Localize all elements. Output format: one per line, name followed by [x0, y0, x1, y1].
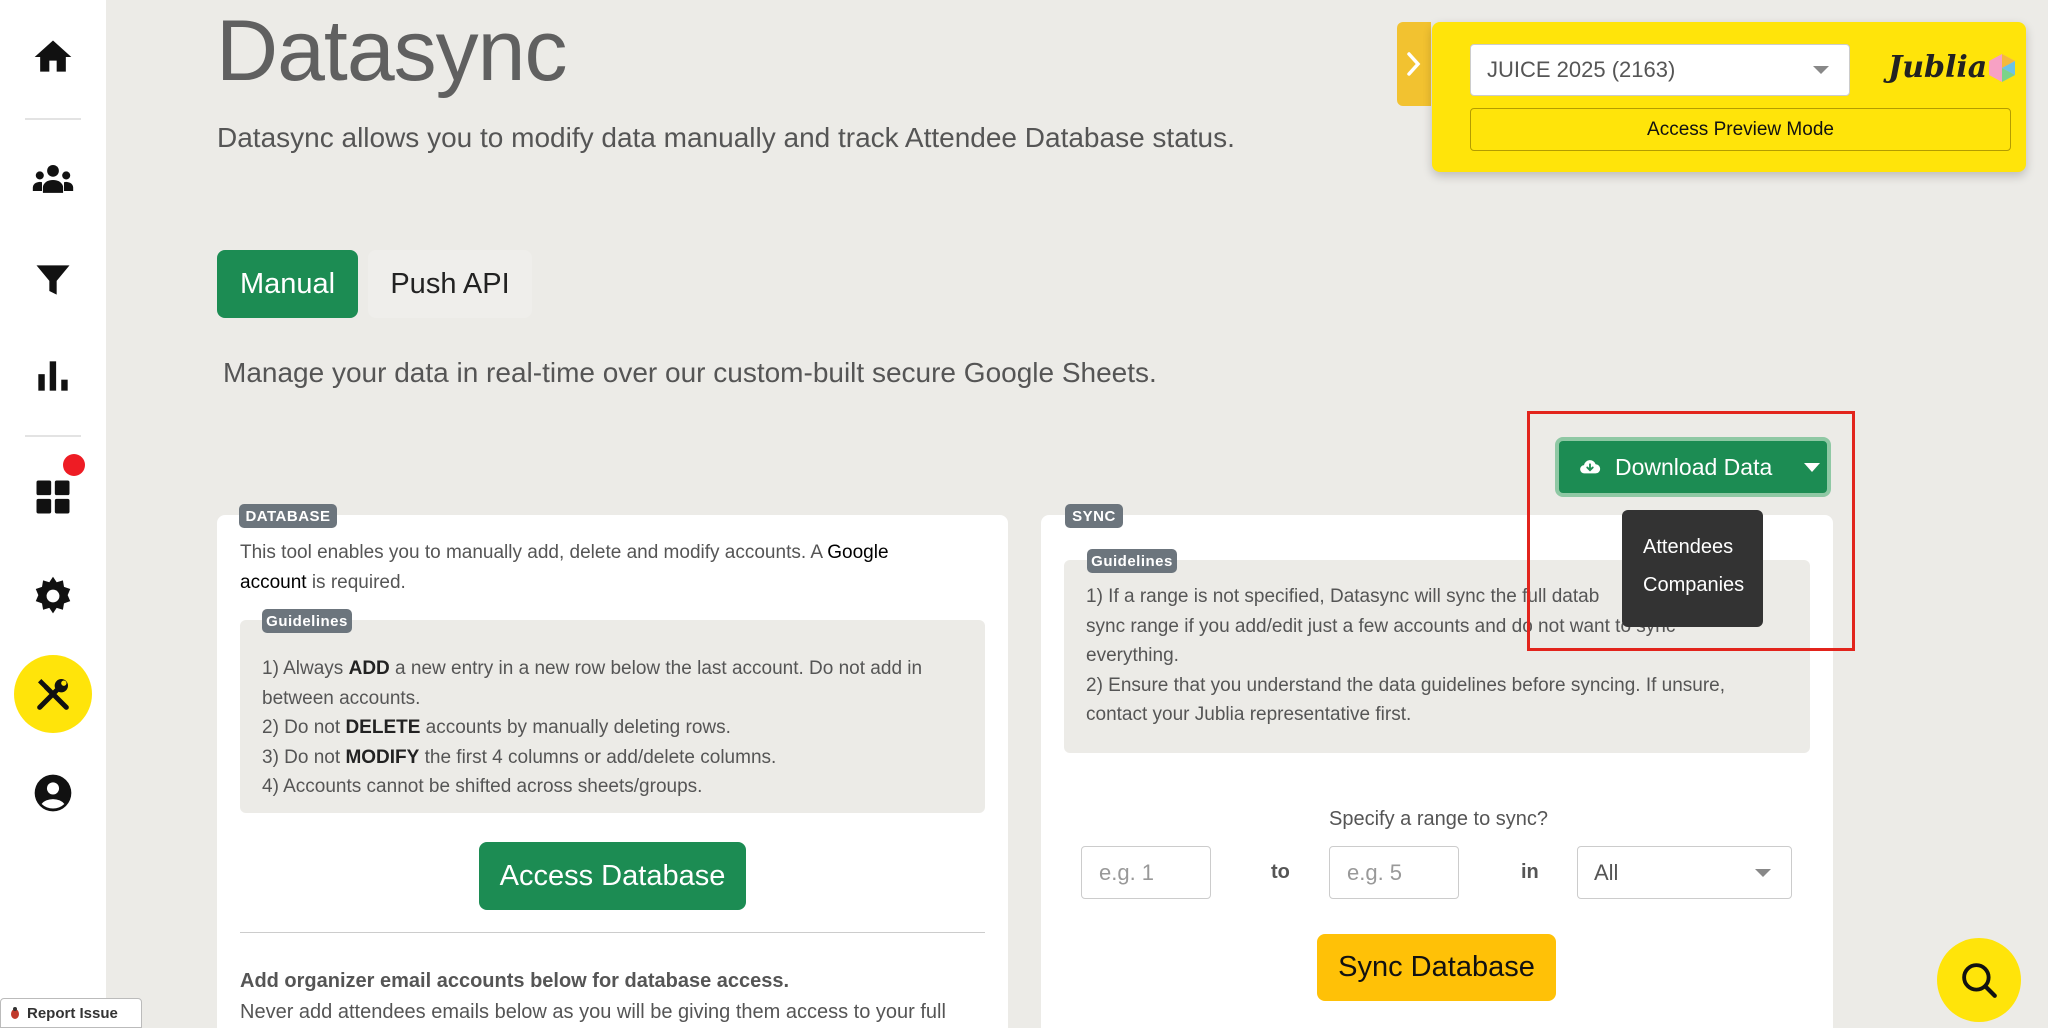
database-tag: DATABASE	[239, 504, 337, 528]
logo-text: Jublia	[1888, 50, 1988, 85]
tools-icon	[37, 679, 69, 710]
google-account-link[interactable]: account	[240, 572, 307, 593]
range-label: Specify a range to sync?	[1329, 808, 1549, 830]
guideline-line: between accounts.	[262, 687, 421, 709]
guideline-line: 2) Do not DELETE accounts by manually de…	[262, 717, 731, 738]
page-title: Datasync	[216, 3, 567, 99]
guideline-line: 4) Accounts cannot be shifted across she…	[262, 776, 703, 797]
group-select[interactable]: All	[1577, 846, 1792, 899]
chevron-down-icon	[1813, 66, 1829, 74]
gear-icon	[35, 576, 71, 614]
nav-filter[interactable]	[0, 250, 106, 310]
home-icon	[34, 40, 72, 72]
highlight-annotation	[1527, 411, 1855, 651]
sidebar	[0, 0, 106, 1028]
preview-panel-toggle[interactable]	[1397, 22, 1431, 106]
group-select-value: All	[1594, 859, 1619, 885]
nav-analytics[interactable]	[0, 346, 106, 406]
guidelines-tag: Guidelines	[262, 609, 352, 633]
divider	[240, 932, 985, 933]
range-from-input[interactable]: e.g. 1	[1081, 846, 1211, 899]
guidelines-tag: Guidelines	[1087, 549, 1177, 573]
jublia-logo: Jublia	[1888, 50, 2017, 85]
nav-home[interactable]	[0, 27, 106, 87]
sync-tag: SYNC	[1065, 504, 1123, 528]
access-preview-button[interactable]: Access Preview Mode	[1470, 108, 2011, 151]
report-issue-label: Report Issue	[27, 1004, 118, 1022]
chevron-right-icon	[1407, 52, 1421, 76]
bar-chart-icon	[38, 361, 68, 391]
range-to-input[interactable]: e.g. 5	[1329, 846, 1459, 899]
guideline-line: 2) Ensure that you understand the data g…	[1086, 674, 1726, 696]
tab-push-api[interactable]: Push API	[368, 250, 532, 318]
nav-divider	[25, 118, 81, 120]
notification-badge	[63, 454, 85, 476]
event-select-value: JUICE 2025 (2163)	[1487, 57, 1676, 82]
guideline-line: 1) Always ADD a new entry in a new row b…	[262, 658, 923, 679]
nav-dashboard[interactable]	[0, 467, 106, 527]
organizer-accounts-title: Add organizer email accounts below for d…	[240, 970, 790, 992]
guideline-line: 3) Do not MODIFY the first 4 columns or …	[262, 746, 777, 768]
google-account-link[interactable]: Google	[827, 542, 888, 563]
dashboard-icon	[36, 480, 70, 514]
nav-profile[interactable]	[0, 763, 106, 823]
manage-description: Manage your data in real-time over our c…	[223, 357, 1157, 388]
nav-attendees[interactable]	[0, 150, 106, 210]
tab-manual[interactable]: Manual	[217, 250, 358, 318]
database-guidelines: 1) Always ADD a new entry in a new row b…	[240, 620, 985, 813]
nav-divider	[25, 435, 81, 437]
nav-settings[interactable]	[0, 566, 106, 626]
nav-tools[interactable]	[14, 655, 92, 733]
chevron-down-icon	[1755, 869, 1771, 877]
filter-icon	[36, 265, 70, 295]
range-in-label: in	[1521, 861, 1539, 883]
user-circle-icon	[34, 774, 72, 812]
guideline-line: contact your Jublia representative first…	[1086, 704, 1412, 725]
event-select[interactable]: JUICE 2025 (2163)	[1470, 44, 1850, 96]
page-subtitle: Datasync allows you to modify data manua…	[217, 122, 1235, 153]
logo-mark-icon	[1989, 53, 2016, 82]
access-database-button[interactable]: Access Database	[479, 842, 746, 910]
bug-icon	[11, 1007, 19, 1019]
sync-database-button[interactable]: Sync Database	[1317, 934, 1556, 1001]
search-icon	[1962, 963, 1997, 998]
report-issue-button[interactable]: Report Issue	[0, 998, 142, 1028]
organizer-accounts-note: Never add attendees emails below as you …	[240, 1001, 946, 1023]
people-icon	[32, 164, 74, 193]
database-intro: This tool enables you to manually add, d…	[240, 542, 889, 593]
range-to-label: to	[1271, 861, 1290, 883]
search-button[interactable]	[1937, 938, 2021, 1022]
